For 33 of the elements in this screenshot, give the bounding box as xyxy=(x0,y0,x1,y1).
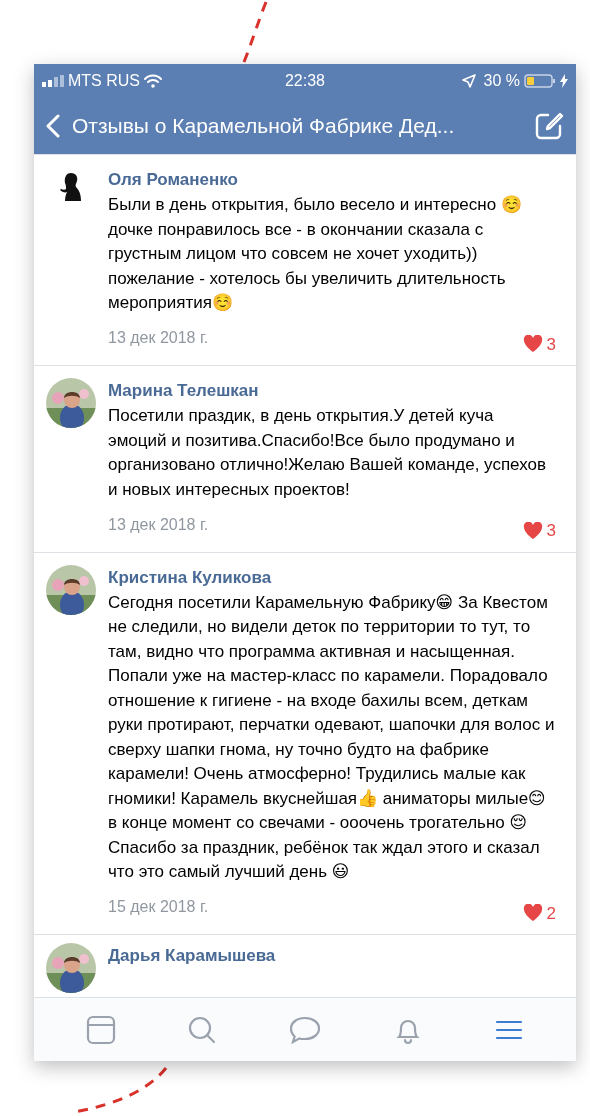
page-title: Отзывы о Карамельной Фабрике Дед... xyxy=(72,113,456,140)
clock-time: 22:38 xyxy=(283,71,326,91)
review-text: Были в день открытия, было весело и интересно ☺дочке понравилось все - в окончании сказала с грустным лицом что совсем не хочет уходить)) пожелание - хотелось бы увеличить длительность мероприятия☺ xyxy=(108,194,523,314)
review-date: 13 дек 2018 г. xyxy=(108,328,209,349)
location-arrow-icon xyxy=(461,74,476,88)
search-icon xyxy=(187,1014,218,1045)
carrier-name: MTS RUS xyxy=(68,71,140,91)
review-date: 15 дек 2018 г. xyxy=(108,897,209,918)
back-button[interactable] xyxy=(46,114,60,138)
author-name[interactable]: Дарья Карамышева xyxy=(108,943,556,969)
battery-percent: 30 % xyxy=(483,71,520,91)
wifi-icon xyxy=(144,74,162,88)
charging-bolt-icon xyxy=(560,74,568,88)
review-text: Посетили праздик, в день открытия.У детей куча эмоций и позитива.Спасибо!Все было продумано и организовано отлично!Желаю Вашей команде, успехов и новых интересных проектов! xyxy=(108,405,547,501)
heart-icon xyxy=(522,904,543,923)
dashed-line-drawing xyxy=(240,0,268,64)
speech-bubble-icon xyxy=(289,1014,321,1045)
compose-button[interactable] xyxy=(534,111,564,141)
review-date: 13 дек 2018 г. xyxy=(108,514,209,535)
like-button[interactable]: 3 xyxy=(522,518,556,544)
like-button[interactable]: 2 xyxy=(522,900,556,926)
battery-icon xyxy=(524,74,556,88)
author-name[interactable]: Оля Романенко xyxy=(108,167,556,193)
author-name[interactable]: Марина Телешкан xyxy=(108,378,556,404)
review-text: Сегодня посетили Карамельную Фабрику😁 За Квестом не следили, но видели деток по территории то тут, то там, видно что программа активная и насыщенная. Попали уже на мастер-класс по карамели. Порадовало отношение к гигиене - на входе бахилы всем, деткам руки протирают, перчатки одевают, шапочки для волос и сверху шапки гнома, ну точно будто на фабрике карамели! Очень атмосферно! Трудились малые как гномики! Карамель вкуснейшая👍 аниматоры милые😊 в конце момент со свечами - ооочень трогательно 😌 Спасибо за праздник, ребёнок так ждал этого и сказал что это самый лучший день 😃 xyxy=(108,591,556,883)
feed-icon xyxy=(85,1014,116,1045)
back-chevron-icon xyxy=(46,114,60,138)
author-name[interactable]: Кристина Куликова xyxy=(108,564,556,591)
like-button[interactable]: 3 xyxy=(522,331,556,357)
heart-icon xyxy=(522,335,543,354)
signal-icon xyxy=(42,75,64,87)
heart-icon xyxy=(522,521,543,540)
compose-icon xyxy=(534,111,564,141)
